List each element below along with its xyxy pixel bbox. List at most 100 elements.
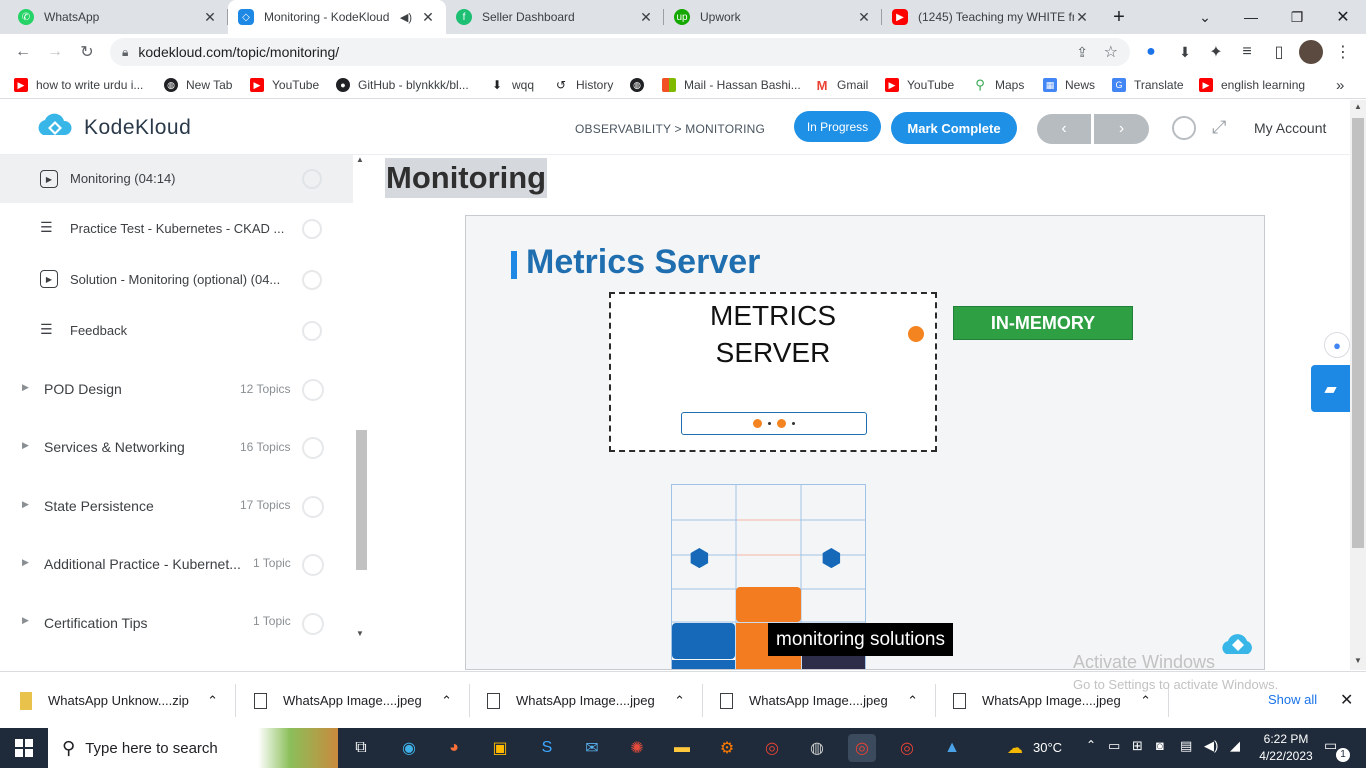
video-player[interactable]: Metrics Server METRICS SERVER IN-MEMORY — [465, 215, 1265, 670]
scroll-down-icon[interactable]: ▼ — [1354, 656, 1362, 665]
chevron-up-icon[interactable]: ⌃ — [1140, 693, 1151, 709]
download-item[interactable]: WhatsApp Image....jpeg ⌃ — [487, 672, 703, 729]
menu-icon[interactable]: ⋮ — [1330, 40, 1356, 64]
in-progress-button[interactable]: In Progress — [794, 111, 881, 142]
obs-icon[interactable]: ◍ — [803, 734, 831, 762]
photos-icon[interactable]: ▲ — [938, 734, 966, 762]
page-scrollbar[interactable]: ▲ ▼ — [1350, 100, 1366, 670]
tray-chevron-icon[interactable]: ⌃ — [1086, 738, 1096, 752]
reload-button[interactable]: ↻ — [74, 40, 100, 64]
scroll-up-icon[interactable]: ▲ — [356, 155, 364, 164]
taskbar-search-box[interactable]: ⚲ Type here to search — [48, 728, 338, 768]
section-services-networking[interactable]: ▶ Services & Networking 16 Topics — [0, 418, 353, 476]
fullscreen-icon[interactable]: ⤢ — [1212, 117, 1226, 138]
task-view-icon[interactable]: ⧉ — [347, 734, 375, 762]
section-certification-tips[interactable]: ▶ Certification Tips 1 Topic — [0, 592, 353, 650]
side-panel-icon[interactable]: ▯ — [1266, 40, 1292, 64]
tab-youtube[interactable]: ▶ (1245) Teaching my WHITE fr ✕ — [882, 0, 1100, 34]
volume-icon[interactable]: ◀) — [1204, 738, 1218, 754]
scroll-up-icon[interactable]: ▲ — [1354, 102, 1362, 111]
chevron-up-icon[interactable]: ⌃ — [441, 693, 452, 709]
chat-button[interactable]: ▰ — [1311, 365, 1350, 412]
battery-icon[interactable]: ▭ — [1108, 738, 1120, 754]
weather-temp[interactable]: 30°C — [1033, 740, 1062, 755]
minimize-button[interactable]: — — [1228, 0, 1274, 34]
lesson-item-practice-test[interactable]: ☰ Practice Test - Kubernetes - CKAD ... — [0, 203, 353, 254]
show-all-downloads-link[interactable]: Show all — [1268, 692, 1317, 707]
bookmark-item[interactable]: ▶ how to write urdu i... — [14, 75, 143, 95]
close-icon[interactable]: ✕ — [1074, 9, 1090, 26]
address-bar[interactable]: 🔒︎ kodekloud.com/topic/monitoring/ ⇪ ☆ — [110, 38, 1130, 66]
back-button[interactable]: ← — [10, 40, 36, 64]
wifi-icon[interactable]: ◢ — [1230, 738, 1240, 754]
site-logo-text[interactable]: KodeKloud — [84, 116, 191, 140]
tab-upwork[interactable]: up Upwork ✕ — [664, 0, 882, 34]
bookmark-item[interactable]: ▶ english learning — [1199, 75, 1305, 95]
tab-search-icon[interactable]: ⌄ — [1182, 0, 1228, 34]
bookmark-item[interactable]: M Gmail — [815, 75, 869, 95]
scroll-down-icon[interactable]: ▼ — [356, 629, 364, 638]
download-item[interactable]: WhatsApp Image....jpeg ⌃ — [720, 672, 936, 729]
bookmark-item[interactable]: ⚲ Maps — [973, 75, 1024, 95]
download-item[interactable]: WhatsApp Unknow....zip ⌃ — [20, 672, 236, 729]
edge-icon[interactable]: ◉ — [395, 734, 423, 762]
mic-widget-icon[interactable]: ● — [1324, 332, 1350, 358]
network-icon[interactable]: ⊞ — [1132, 738, 1143, 754]
mic-extension-icon[interactable]: ● — [1138, 40, 1164, 64]
star-icon[interactable]: ☆ — [1104, 42, 1118, 62]
bookmark-item[interactable]: ↺ History — [554, 75, 613, 95]
close-icon[interactable]: ✕ — [420, 9, 436, 26]
bookmark-item[interactable]: Mail - Hassan Bashi... — [662, 75, 801, 95]
firefox-icon[interactable]: ◕ — [440, 734, 468, 762]
section-pod-design[interactable]: ▶ POD Design 12 Topics — [0, 360, 353, 418]
app-icon[interactable]: ✺ — [623, 734, 651, 762]
bookmark-item[interactable]: ● GitHub - blynkkk/bl... — [336, 75, 469, 95]
lesson-item-monitoring[interactable]: ▶ Monitoring (04:14) — [0, 155, 353, 203]
bookmark-item[interactable]: ▶ YouTube — [250, 75, 319, 95]
close-icon[interactable]: ✕ — [856, 9, 872, 26]
more-bookmarks-button[interactable]: » — [1336, 75, 1344, 95]
restore-button[interactable]: ❐ — [1274, 0, 1320, 34]
windows-start-icon[interactable] — [10, 734, 38, 762]
chevron-up-icon[interactable]: ⌃ — [207, 693, 218, 709]
section-state-persistence[interactable]: ▶ State Persistence 17 Topics — [0, 476, 353, 534]
kodekloud-logo-icon[interactable] — [34, 113, 76, 143]
display-icon[interactable]: ▤ — [1180, 738, 1192, 754]
scroll-thumb[interactable] — [1352, 118, 1364, 548]
close-icon[interactable]: ✕ — [638, 9, 654, 26]
chrome-icon[interactable]: ◎ — [758, 734, 786, 762]
download-extension-icon[interactable]: ⬇ — [1172, 40, 1198, 64]
bookmark-item[interactable]: ◍ New Tab — [164, 75, 232, 95]
previous-button[interactable]: ‹ — [1037, 114, 1091, 144]
bookmark-item[interactable]: ⬇ wqq — [490, 75, 534, 95]
profile-avatar[interactable] — [1298, 40, 1324, 64]
close-downloads-icon[interactable]: ✕ — [1340, 690, 1353, 710]
settings-app-icon[interactable]: ⚙ — [713, 734, 741, 762]
mark-complete-button[interactable]: Mark Complete — [891, 112, 1017, 144]
chevron-up-icon[interactable]: ⌃ — [674, 693, 685, 709]
new-tab-button[interactable]: + — [1096, 0, 1142, 34]
mail-icon[interactable]: ✉ — [578, 734, 606, 762]
file-explorer-icon[interactable]: ▬ — [668, 734, 696, 762]
weather-icon[interactable]: ☁ — [1000, 734, 1030, 762]
tab-monitoring[interactable]: ◇ Monitoring - KodeKloud ◀) ✕ — [228, 0, 446, 34]
section-additional-practice[interactable]: ▶ Additional Practice - Kubernet... 1 To… — [0, 534, 353, 592]
my-account-link[interactable]: My Account — [1254, 120, 1326, 136]
tab-whatsapp[interactable]: ✆ WhatsApp ✕ — [8, 0, 228, 34]
bookmark-item[interactable]: ▦ News — [1043, 75, 1095, 95]
forward-button[interactable]: → — [42, 40, 68, 64]
next-button[interactable]: › — [1094, 114, 1149, 144]
share-icon[interactable]: ⇪ — [1076, 44, 1088, 61]
bookmark-item[interactable]: ▶ YouTube — [885, 75, 954, 95]
close-icon[interactable]: ✕ — [202, 9, 218, 26]
scroll-thumb[interactable] — [356, 430, 367, 570]
skype-icon[interactable]: S — [533, 734, 561, 762]
bookmark-item[interactable]: G Translate — [1112, 75, 1184, 95]
clock-date[interactable]: 4/22/2023 — [1254, 749, 1318, 763]
chrome-active-icon[interactable]: ◎ — [848, 734, 876, 762]
sidebar-scrollbar[interactable]: ▲ ▼ — [355, 155, 368, 645]
chevron-up-icon[interactable]: ⌃ — [907, 693, 918, 709]
lesson-item-feedback[interactable]: ☰ Feedback — [0, 305, 353, 356]
media-icon[interactable]: ≡ — [1234, 40, 1260, 64]
extensions-icon[interactable]: ✦ — [1203, 40, 1229, 64]
